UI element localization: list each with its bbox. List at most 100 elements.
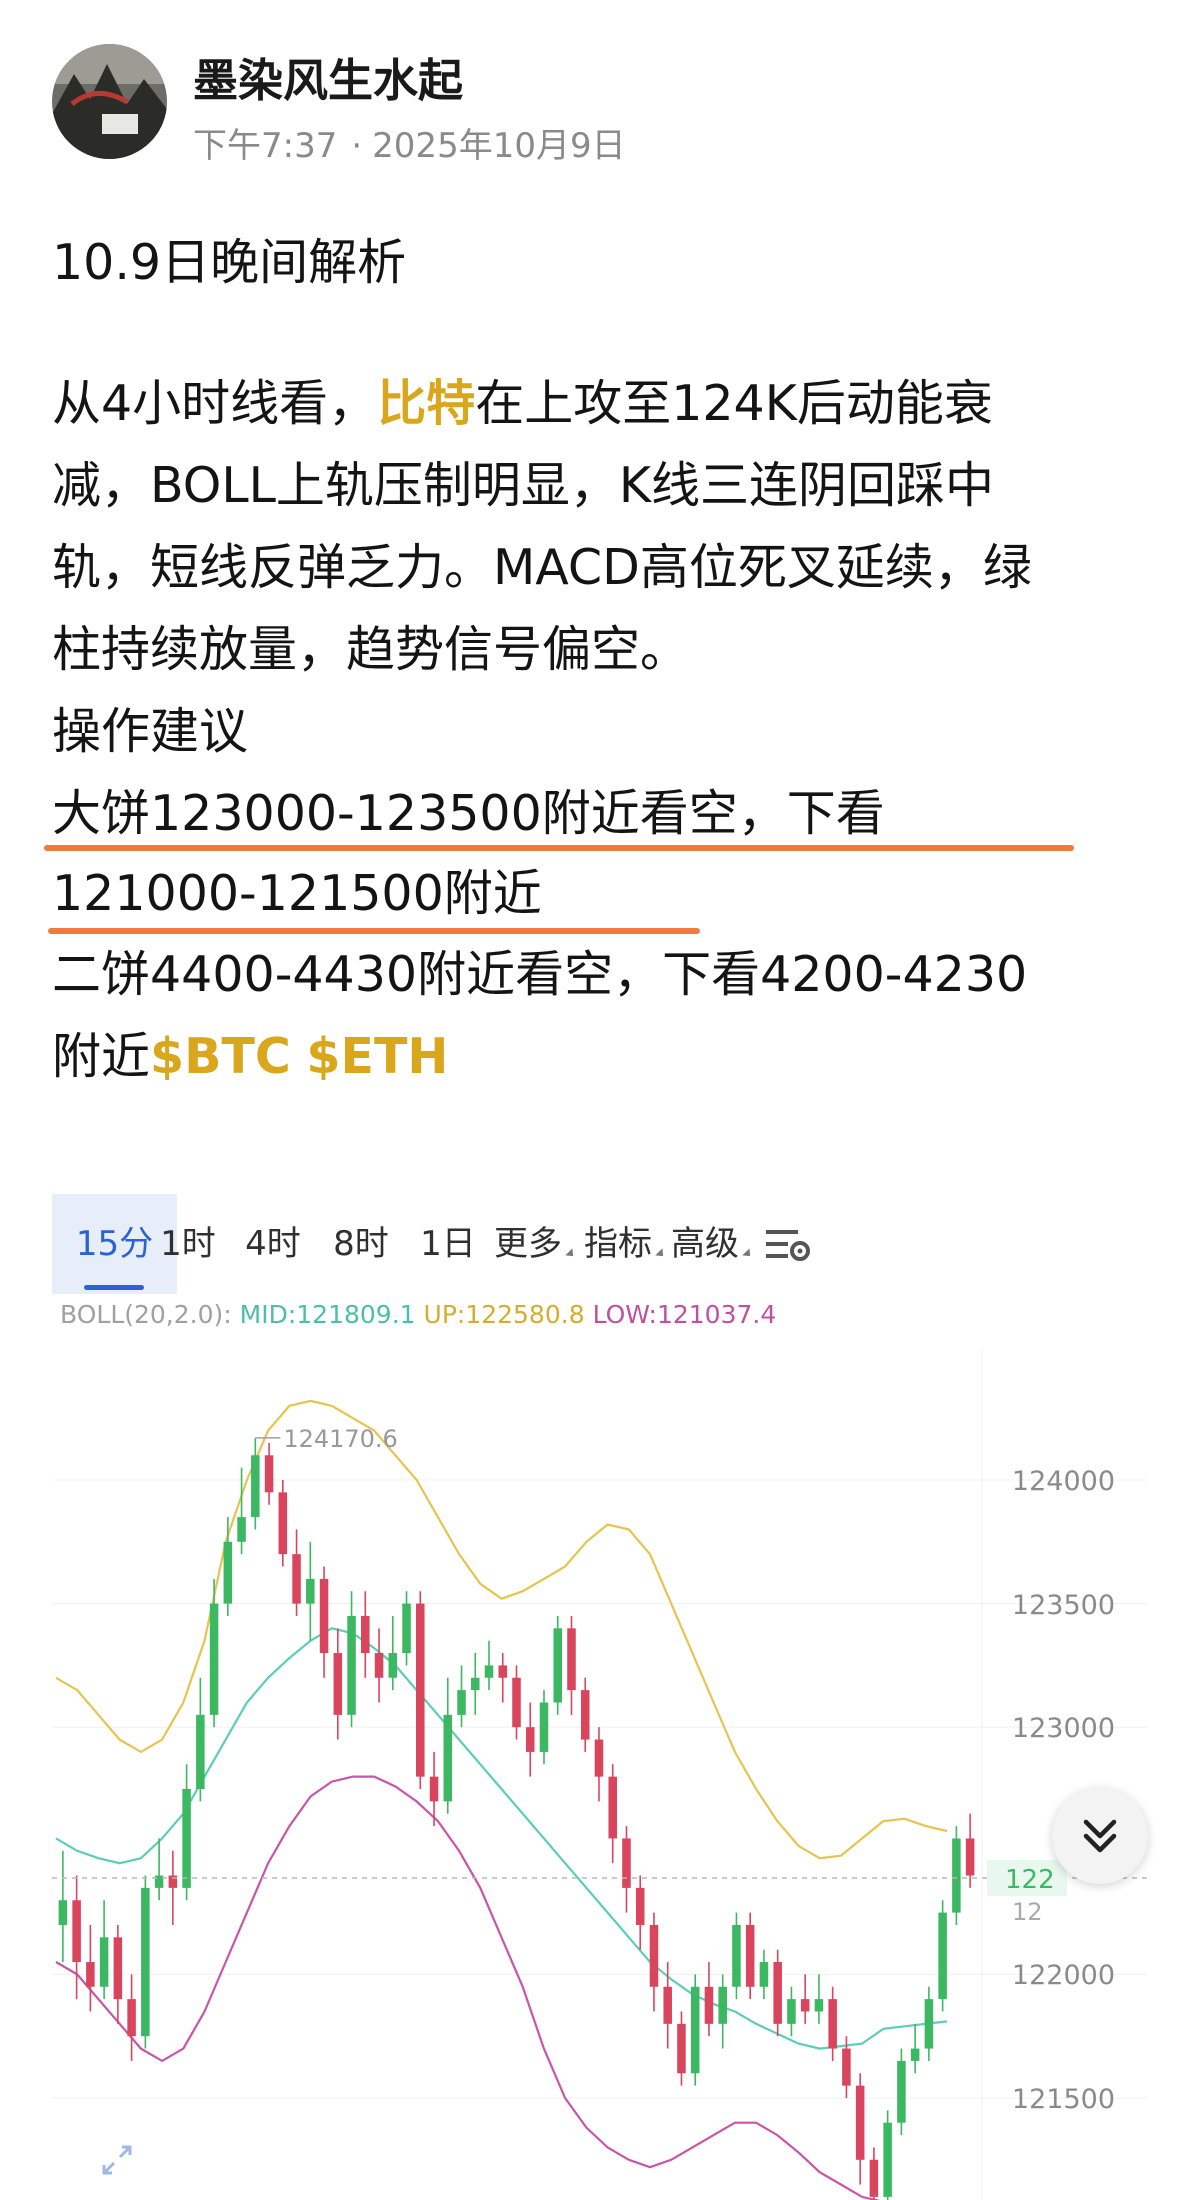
tab-4[interactable]: 1日 <box>402 1194 494 1294</box>
tab-2[interactable]: 4时 <box>227 1194 319 1294</box>
tags-line-prefix: 附近 <box>52 1028 151 1085</box>
price-axis-label: 124000 <box>1011 1466 1115 1497</box>
candle-body <box>306 1578 315 1604</box>
active-tab-indicator <box>84 1285 144 1290</box>
tab-1[interactable]: 1时 <box>142 1194 234 1294</box>
candle-body <box>539 1702 549 1752</box>
candle-body <box>690 1986 700 2074</box>
paragraph-line-2: 减，BOLL上轨压制明显，K线三连阴回踩中 <box>52 457 995 514</box>
candle-body <box>663 1986 672 2024</box>
candle-body <box>732 1924 741 1987</box>
candle-body <box>127 1999 136 2037</box>
candle-body <box>58 1900 68 1925</box>
candle-body <box>718 1986 727 2024</box>
current-price-value: 122 <box>1005 1865 1055 1895</box>
candle-body <box>883 2122 892 2197</box>
price-axis-label: 122000 <box>1011 1960 1115 1992</box>
caret-icon <box>655 1248 667 1260</box>
candle-body <box>965 1838 975 1876</box>
secondary-price-value: 12 <box>1012 1898 1043 1926</box>
post-date: 2025年10月9日 <box>372 126 626 166</box>
expand-down-button[interactable] <box>1052 1788 1148 1884</box>
btc-tag-link[interactable]: $BTC <box>150 1028 291 1085</box>
candle-body <box>498 1665 508 1678</box>
price-axis-label: 123500 <box>1011 1589 1115 1621</box>
paragraph-line-4: 柱持续放量，趋势信号偏空。 <box>52 621 690 678</box>
post-time: 下午7:37 <box>193 126 338 166</box>
candle-body <box>869 2159 879 2197</box>
candle-body <box>374 1653 384 1678</box>
candle-body <box>457 1690 466 1715</box>
avatar[interactable] <box>52 44 167 159</box>
candle-body <box>86 1962 95 1987</box>
candle-body <box>182 1789 191 1888</box>
candle-body <box>251 1455 260 1518</box>
candle-body <box>278 1492 288 1555</box>
paragraph-line-1: 从4小时线看，比特在上攻至124K后动能衰 <box>52 363 993 445</box>
high-price-label: 124170.6 <box>283 1425 398 1453</box>
tab-label: 8时 <box>333 1224 389 1264</box>
candle-body <box>443 1714 453 1802</box>
candle-body <box>910 2048 920 2061</box>
paragraph-segment: 从4小时线看， <box>52 375 378 432</box>
eth-tag-link[interactable]: $ETH <box>306 1028 448 1085</box>
candlestick-chart: 124170.6121081.512212 <box>52 1350 1147 2200</box>
tab-label: 1日 <box>420 1224 476 1264</box>
paragraph-segment: 在上攻至124K后动能衰 <box>475 375 993 432</box>
candle-body <box>347 1615 356 1715</box>
price-axis-label: 123000 <box>1011 1713 1115 1745</box>
candle-body <box>952 1838 961 1913</box>
candle-body <box>594 1739 604 1777</box>
eth-advice-line: 二饼4400-4430附近看空，下看4200-4230 <box>52 946 1028 1003</box>
post-title: 10.9日晚间解析 <box>52 234 407 291</box>
chart-settings-icon[interactable] <box>762 1222 812 1266</box>
caret-icon <box>565 1248 577 1260</box>
caret-icon <box>742 1248 754 1260</box>
candle-body <box>773 1962 782 2024</box>
candle-body <box>842 2048 851 2086</box>
candle-body <box>704 1986 714 2024</box>
btc-advice-line-1: 大饼123000-123500附近看空，下看 <box>52 785 885 842</box>
candle-body <box>388 1653 398 1678</box>
candle-body <box>745 1924 755 1987</box>
candle-body <box>814 1999 824 2012</box>
avatar-image <box>52 44 167 159</box>
tab-3[interactable]: 8时 <box>315 1194 407 1294</box>
tab-5[interactable]: 更多 <box>489 1194 581 1294</box>
candle-body <box>553 1628 563 1703</box>
candle-body <box>787 1999 796 2024</box>
tags-line: 附近$BTC $ETH <box>52 1016 448 1098</box>
tab-label: 更多 <box>494 1224 562 1264</box>
candle-body <box>361 1615 370 1654</box>
candle-body <box>209 1603 219 1715</box>
candle-body <box>470 1677 480 1691</box>
candle-body <box>429 1776 439 1802</box>
candle-body <box>319 1578 329 1654</box>
author-name[interactable]: 墨染风生水起 <box>193 44 463 109</box>
candle-body <box>897 2060 906 2123</box>
candle-body <box>292 1554 301 1604</box>
tab-label: 高级 <box>671 1224 739 1264</box>
candle-body <box>196 1714 205 1789</box>
candle-body <box>416 1603 425 1777</box>
boll-up: UP:122580.8 <box>423 1300 585 1329</box>
bitcoin-link[interactable]: 比特 <box>377 375 475 432</box>
boll-mid: MID:121809.1 <box>239 1300 416 1329</box>
tab-7[interactable]: 高级 <box>666 1194 758 1294</box>
candle-body <box>512 1677 521 1728</box>
candle-body <box>622 1838 631 1888</box>
candle-body <box>759 1962 769 1987</box>
candle-body <box>608 1776 617 1839</box>
candle-body <box>635 1887 645 1925</box>
separator-dot: · <box>351 126 363 166</box>
fullscreen-icon[interactable] <box>92 2135 142 2185</box>
tab-label: 指标 <box>584 1224 652 1264</box>
timeframe-tabs: 15分 1时 4时 8时 1日 更多 指标 高级 <box>52 1194 1147 1294</box>
candle-body <box>484 1665 494 1678</box>
boll-prefix: BOLL(20,2.0): <box>60 1300 232 1329</box>
candle-body <box>580 1690 590 1740</box>
tab-6[interactable]: 指标 <box>579 1194 671 1294</box>
chart-screenshot[interactable]: 15分 1时 4时 8时 1日 更多 指标 高级 BOLL(20,2.0): MID:1218… <box>52 1150 1147 2200</box>
candle-body <box>649 1924 659 1987</box>
candle-body <box>567 1628 576 1691</box>
